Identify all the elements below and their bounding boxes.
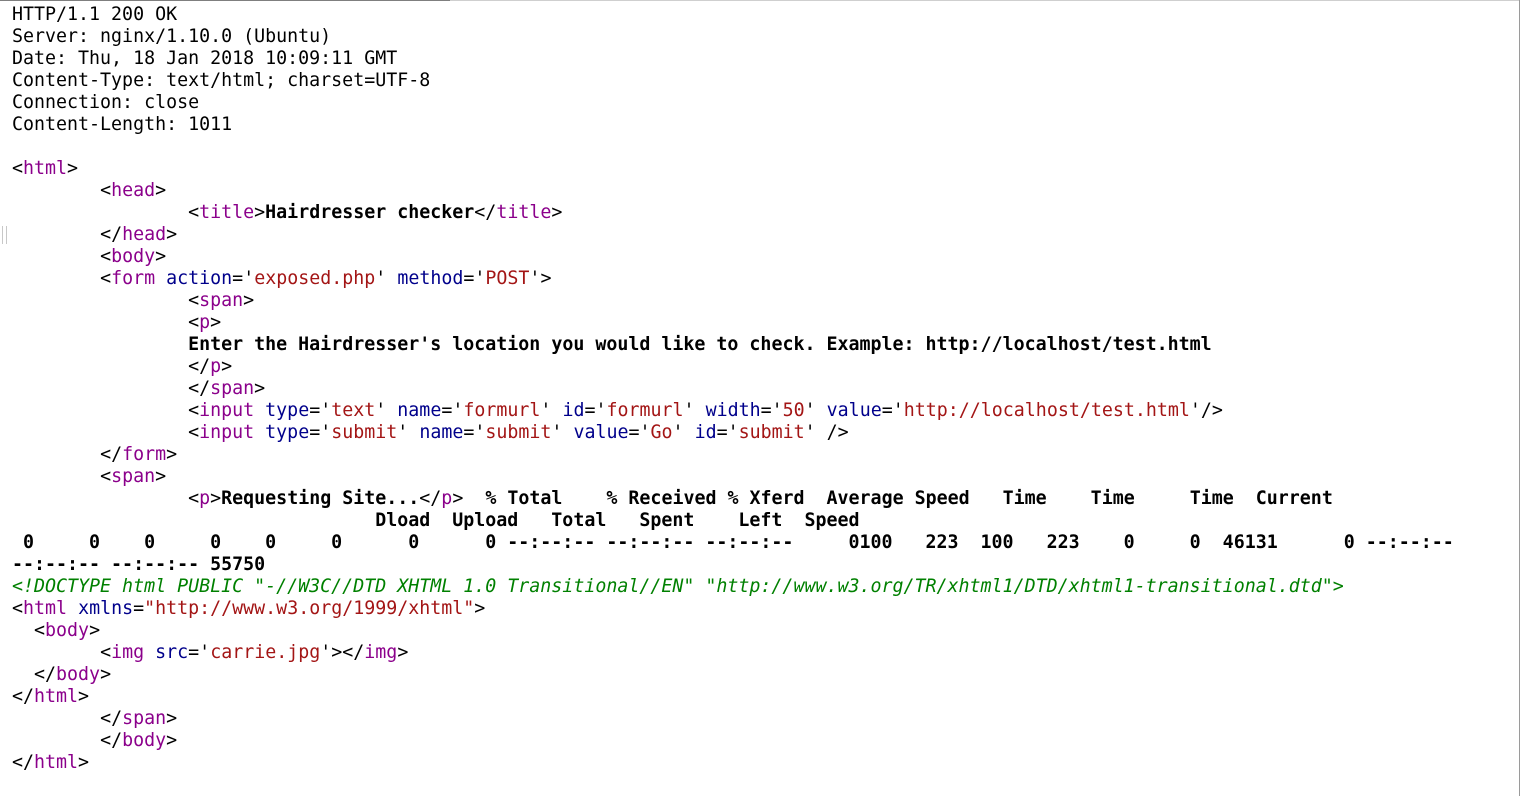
prompt-line: Enter the Hairdresser's location you wou… <box>12 334 1454 356</box>
form-method-value: POST <box>485 268 530 289</box>
top-border <box>0 0 450 1</box>
html-close-line: </html> <box>12 752 90 773</box>
top-border-right <box>450 0 1520 1</box>
input-url-value: http://localhost/test.html <box>903 400 1190 421</box>
requesting-text: Requesting Site... <box>221 488 420 509</box>
head-close-line: </head> <box>100 224 178 245</box>
html2-close-line: </html> <box>12 686 90 707</box>
html2-open-line: <html xmlns="http://www.w3.org/1999/xhtm… <box>12 598 486 619</box>
header-content-type: Content-Type: text/html; charset=UTF-8 <box>12 70 431 91</box>
span-open-line: <span> <box>188 290 255 311</box>
header-server: Server: nginx/1.10.0 (Ubuntu) <box>12 26 332 47</box>
img-src-value: carrie.jpg <box>210 642 321 663</box>
body2-close-line: </body> <box>34 664 112 685</box>
input-text-line: <input type='text' name='formurl' id='fo… <box>188 400 1223 421</box>
input-submit-line: <input type='submit' name='submit' value… <box>188 422 849 443</box>
form-open-line: <form action='exposed.php' method='POST'… <box>100 268 552 289</box>
title-text: Hairdresser checker <box>265 202 475 223</box>
title-line: <title>Hairdresser checker</title> <box>188 202 563 223</box>
form-action-value: exposed.php <box>254 268 376 289</box>
curl-header-1: % Total % Received % Xferd Average Speed… <box>463 488 1333 509</box>
doctype-line: <!DOCTYPE html PUBLIC "-//W3C//DTD XHTML… <box>12 576 1344 597</box>
img-line: <img src='carrie.jpg'></img> <box>100 642 409 663</box>
body-close-line: </body> <box>100 730 178 751</box>
curl-header-2: Dload Upload Total Spent Left Speed <box>12 510 860 531</box>
resize-grip-icon[interactable] <box>2 226 7 244</box>
span-close-line: </span> <box>188 378 266 399</box>
p-open-line: <p> <box>188 312 222 333</box>
span2-open-line: <span> <box>100 466 167 487</box>
p-close-line: </p> <box>188 356 233 377</box>
curl-progress-row-1: 0 0 0 0 0 0 0 0 --:--:-- --:--:-- --:--:… <box>12 532 1454 553</box>
status-line: HTTP/1.1 200 OK <box>12 4 178 25</box>
requesting-line: <p>Requesting Site...</p> % Total % Rece… <box>188 488 1333 509</box>
head-open-line: <head> <box>100 180 167 201</box>
span2-close-line: </span> <box>100 708 178 729</box>
curl-progress-row-2: --:--:-- --:--:-- 55750 <box>12 554 266 575</box>
header-connection: Connection: close <box>12 92 200 113</box>
body-open-line: <body> <box>100 246 167 267</box>
http-response-text[interactable]: HTTP/1.1 200 OK Server: nginx/1.10.0 (Ubu… <box>12 4 1454 774</box>
header-date: Date: Thu, 18 Jan 2018 10:09:11 GMT <box>12 48 398 69</box>
header-content-length: Content-Length: 1011 <box>12 114 233 135</box>
form-close-line: </form> <box>100 444 178 465</box>
prompt-text: Enter the Hairdresser's location you wou… <box>188 334 1212 355</box>
response-viewer[interactable]: HTTP/1.1 200 OK Server: nginx/1.10.0 (Ubu… <box>0 0 1520 796</box>
body2-open-line: <body> <box>34 620 101 641</box>
html-open-line: <html> <box>12 158 79 179</box>
